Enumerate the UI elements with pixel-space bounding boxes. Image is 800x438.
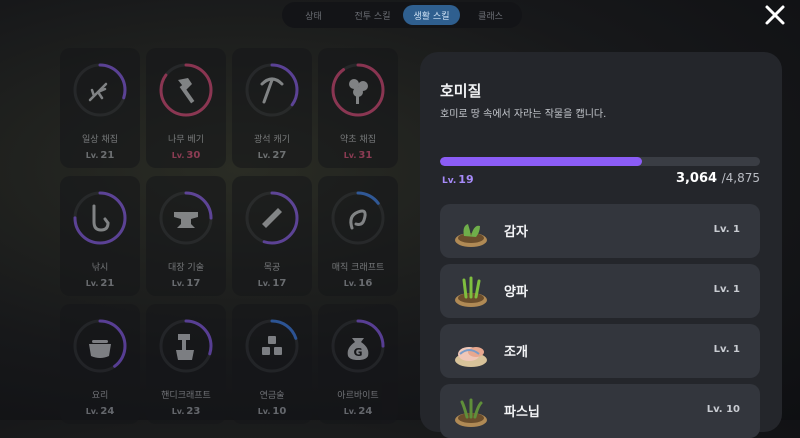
close-icon[interactable]	[764, 4, 786, 26]
alchemy-blocks-icon	[262, 336, 282, 355]
pickaxe-icon	[260, 77, 284, 104]
tab-status[interactable]: 상태	[285, 5, 342, 25]
herb-icon	[349, 79, 368, 104]
crop-name: 감자	[504, 225, 528, 240]
svg-text:G: G	[353, 346, 362, 359]
crop-row-onion[interactable]: 양파 Lv. 1	[440, 264, 760, 318]
skill-level: Lv. 24	[85, 406, 115, 417]
magic-craft-icon	[349, 209, 367, 230]
skill-level: Lv. 27	[257, 150, 287, 161]
skill-name: 광석 캐기	[254, 135, 290, 145]
skill-progress-ring	[159, 63, 213, 117]
crop-name: 조개	[504, 345, 528, 360]
potato-plant-icon	[455, 224, 487, 247]
skill-progress-ring	[245, 63, 299, 117]
clam-icon	[455, 347, 487, 367]
saw-icon	[262, 208, 282, 228]
skill-progress-ring	[73, 63, 127, 117]
skill-level: Lv. 30	[171, 150, 201, 161]
xp-progress-fill	[440, 157, 642, 166]
skill-card-gathering[interactable]: 일상 채집 Lv. 21	[60, 48, 140, 168]
skill-card-blacksmith[interactable]: 대장 기술 Lv. 17	[146, 176, 226, 296]
panel-level: Lv. 19	[442, 173, 474, 186]
skill-card-herb[interactable]: 약초 채집 Lv. 31	[318, 48, 398, 168]
skill-level: Lv. 21	[85, 278, 115, 289]
panel-title: 호미질	[440, 82, 482, 100]
skill-level: Lv. 10	[257, 406, 287, 417]
skill-level: Lv. 21	[85, 150, 115, 161]
skill-progress-ring	[245, 191, 299, 245]
panel-description: 호미로 땅 속에서 자라는 작물을 캡니다.	[440, 109, 607, 120]
skill-name: 핸디크래프트	[161, 391, 211, 401]
onion-plant-icon	[455, 276, 487, 307]
crop-level: Lv. 1	[713, 284, 740, 295]
crop-name: 양파	[504, 285, 528, 300]
skill-name: 요리	[91, 391, 109, 401]
skill-name: 일상 채집	[82, 135, 118, 145]
crop-row-potato[interactable]: 감자 Lv. 1	[440, 204, 760, 258]
skill-progress-ring	[331, 63, 385, 117]
skill-card-carpentry[interactable]: 목공 Lv. 17	[232, 176, 312, 296]
skill-name: 목공	[263, 263, 281, 273]
skill-card-alchemy[interactable]: 연금술 Lv. 10	[232, 304, 312, 424]
anvil-icon	[174, 212, 198, 228]
skill-detail-panel: 호미질 호미로 땅 속에서 자라는 작물을 캡니다. Lv. 19 3,064 /…	[420, 52, 782, 438]
crop-level: Lv. 1	[713, 224, 740, 235]
skill-progress-ring	[73, 319, 127, 373]
skill-progress-ring	[159, 319, 213, 373]
tab-life-skills[interactable]: 생활 스킬	[403, 5, 460, 25]
skill-progress-ring	[245, 319, 299, 373]
skill-name: 연금술	[259, 391, 285, 401]
hand-hammer-icon	[176, 334, 194, 360]
skill-name: 낚시	[91, 263, 109, 273]
money-bag-icon: G	[347, 338, 369, 360]
skill-progress-ring	[331, 191, 385, 245]
skill-name: 아르바이트	[337, 391, 379, 401]
skill-card-part-time[interactable]: G 아르바이트 Lv. 24	[318, 304, 398, 424]
tab-class[interactable]: 클래스	[462, 5, 519, 25]
skill-level: Lv. 23	[171, 406, 201, 417]
skill-level: Lv. 17	[171, 278, 201, 289]
parsnip-plant-icon	[455, 398, 487, 427]
skill-name: 나무 베기	[168, 135, 204, 145]
crop-level: Lv. 1	[713, 344, 740, 355]
crop-row-parsnip[interactable]: 파스닙 Lv. 10	[440, 384, 760, 438]
crop-row-clam[interactable]: 조개 Lv. 1	[440, 324, 760, 378]
skill-name: 약초 채집	[340, 135, 376, 145]
top-tab-bar: 상태 전투 스킬 생활 스킬 클래스	[282, 2, 522, 28]
skill-card-fishing[interactable]: 낚시 Lv. 21	[60, 176, 140, 296]
cooking-pot-icon	[89, 340, 111, 358]
skill-name: 대장 기술	[168, 263, 204, 273]
crop-level: Lv. 10	[706, 404, 740, 415]
tab-combat-skills[interactable]: 전투 스킬	[344, 5, 401, 25]
skill-progress-ring	[73, 191, 127, 245]
skill-progress-ring	[159, 191, 213, 245]
skill-level: Lv. 17	[257, 278, 287, 289]
skill-name: 매직 크래프트	[331, 263, 385, 273]
xp-count: 3,064 /4,875	[675, 171, 760, 186]
skill-progress-ring: G	[331, 319, 385, 373]
skill-card-handicraft[interactable]: 핸디크래프트 Lv. 23	[146, 304, 226, 424]
skill-level: Lv. 31	[343, 150, 373, 161]
hand-icon	[88, 82, 108, 102]
fishing-hook-icon	[92, 204, 110, 232]
crop-name: 파스닙	[504, 405, 540, 420]
skill-card-mining[interactable]: 광석 캐기 Lv. 27	[232, 48, 312, 168]
skill-card-woodcutting[interactable]: 나무 베기 Lv. 30	[146, 48, 226, 168]
skill-card-cooking[interactable]: 요리 Lv. 24	[60, 304, 140, 424]
skill-card-magic-craft[interactable]: 매직 크래프트 Lv. 16	[318, 176, 398, 296]
skill-level: Lv. 16	[343, 278, 373, 289]
xp-progress-bar	[440, 157, 760, 166]
axe-icon	[178, 78, 195, 104]
skill-level: Lv. 24	[343, 406, 373, 417]
